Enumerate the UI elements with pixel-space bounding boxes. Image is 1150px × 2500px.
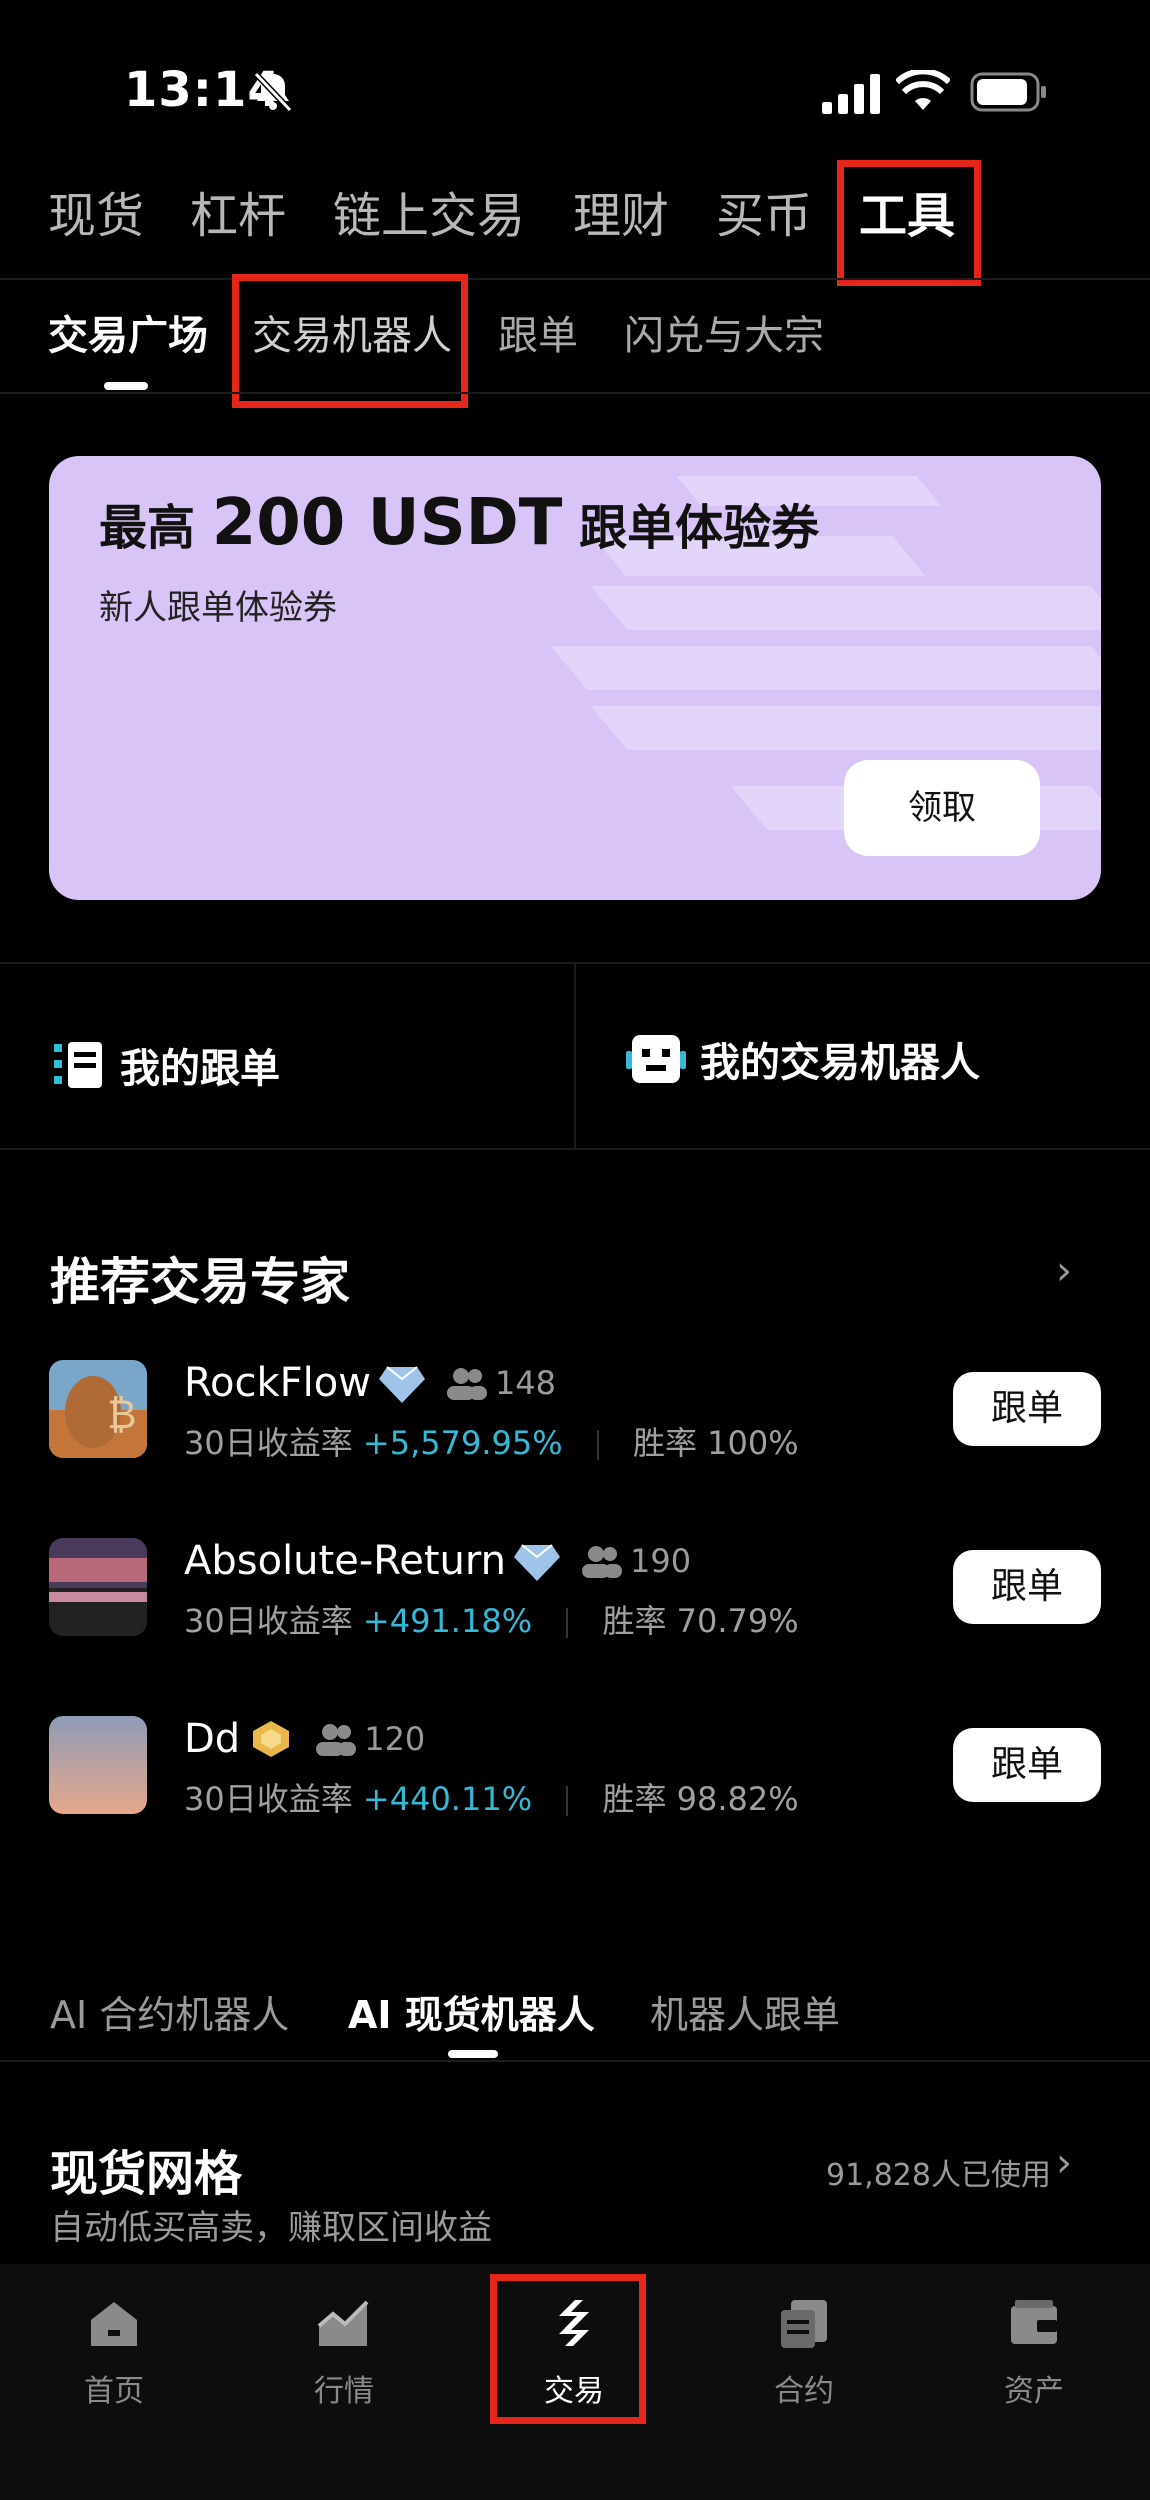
avatar[interactable]: [49, 1716, 147, 1814]
tab-buy-crypto[interactable]: 买币: [716, 186, 812, 246]
divider: [0, 2060, 1150, 2062]
follow-button[interactable]: 跟单: [953, 1372, 1101, 1446]
spot-grid-subtitle: 自动低买高卖，赚取区间收益: [50, 2208, 492, 2248]
divider: [574, 964, 576, 1148]
expert-name: Absolute-Return: [184, 1538, 506, 1584]
subtab-trading-plaza[interactable]: 交易广场: [48, 310, 208, 362]
cellular-signal-icon: [822, 74, 880, 114]
active-tab-indicator: [448, 2050, 498, 2058]
chevron-right-icon[interactable]: ›: [1056, 1248, 1072, 1294]
spot-grid-title[interactable]: 现货网格: [50, 2134, 242, 2204]
highlight-box-trading-bots: [232, 274, 468, 408]
market-icon: [317, 2300, 369, 2346]
nav-home[interactable]: 首页: [34, 2264, 194, 2410]
gold-badge-icon: [253, 1721, 290, 1757]
my-trading-bots-label: 我的交易机器人: [700, 1040, 980, 1086]
winrate-value: 100%: [707, 1424, 799, 1462]
my-trading-bots-link[interactable]: 我的交易机器人: [626, 1030, 980, 1088]
expert-row[interactable]: RockFlow 148: [184, 1360, 556, 1406]
followers-count: 148: [494, 1364, 557, 1402]
battery-icon: [970, 72, 1046, 112]
robot-icon: [626, 1035, 686, 1083]
followers-icon: [582, 1546, 622, 1578]
followers-icon: [446, 1368, 487, 1400]
active-tab-indicator: [104, 382, 148, 390]
banner-title: 最高 200 USDT 跟单体验券: [99, 486, 820, 560]
tab-bot-copy[interactable]: 机器人跟单: [650, 1984, 840, 2039]
list-icon: [54, 1042, 102, 1088]
expert-name: Dd: [184, 1716, 241, 1762]
highlight-box-tools: [837, 160, 981, 286]
nav-contract[interactable]: 合约: [724, 2264, 884, 2410]
expert-stats: 30日收益率 +5,579.95% 胜率 100%: [184, 1424, 799, 1462]
banner-amount: 200 USDT: [211, 486, 563, 560]
return-value: +5,579.95%: [362, 1424, 563, 1462]
wifi-icon: [896, 70, 950, 110]
followers-count: 120: [364, 1720, 426, 1758]
expert-stats: 30日收益率 +440.11% 胜率 98.82%: [184, 1780, 799, 1818]
winrate-value: 70.79%: [676, 1602, 799, 1640]
diamond-badge-icon: [378, 1366, 425, 1403]
bell-off-icon: [253, 71, 293, 113]
chevron-right-icon[interactable]: ›: [1056, 2140, 1072, 2186]
subtab-copy-trading[interactable]: 跟单: [498, 310, 578, 362]
avatar[interactable]: [49, 1538, 147, 1636]
tab-spot[interactable]: 现货: [48, 186, 144, 246]
return-value: +440.11%: [362, 1780, 533, 1818]
expert-row[interactable]: Dd 120: [184, 1716, 425, 1762]
divider: [0, 392, 1150, 394]
my-copy-trading-label: 我的跟单: [120, 1046, 280, 1092]
expert-row[interactable]: Absolute-Return 190: [184, 1538, 691, 1584]
followers-icon: [316, 1724, 357, 1756]
follow-button[interactable]: 跟单: [953, 1728, 1101, 1802]
followers-count: 190: [630, 1542, 692, 1580]
highlight-box-trade: [490, 2274, 646, 2424]
tab-ai-futures-bot[interactable]: AI 合约机器人: [50, 1984, 289, 2039]
winrate-value: 98.82%: [676, 1780, 799, 1818]
svg-text:₿: ₿: [107, 1392, 137, 1438]
spot-grid-users: 91,828人已使用: [826, 2158, 1051, 2193]
expert-stats: 30日收益率 +491.18% 胜率 70.79%: [184, 1602, 799, 1640]
nav-market[interactable]: 行情: [264, 2264, 424, 2410]
promo-banner[interactable]: 最高 200 USDT 跟单体验券 新人跟单体验券 领取: [49, 456, 1101, 900]
banner-subtitle: 新人跟单体验券: [99, 588, 337, 628]
return-value: +491.18%: [362, 1602, 533, 1640]
tab-margin[interactable]: 杠杆: [190, 186, 286, 246]
diamond-badge-icon: [514, 1544, 560, 1581]
divider: [0, 278, 1150, 280]
avatar[interactable]: ₿: [49, 1360, 147, 1458]
nav-assets[interactable]: 资产: [954, 2264, 1114, 2410]
expert-name: RockFlow: [184, 1360, 371, 1406]
divider: [0, 1148, 1150, 1150]
follow-button[interactable]: 跟单: [953, 1550, 1101, 1624]
claim-button[interactable]: 领取: [844, 760, 1040, 856]
contract-icon: [781, 2300, 827, 2348]
wallet-icon: [1011, 2300, 1057, 2344]
home-icon: [91, 2302, 137, 2346]
tab-onchain[interactable]: 链上交易: [333, 186, 525, 246]
subtab-convert-block[interactable]: 闪兑与大宗: [624, 310, 824, 362]
tab-earn[interactable]: 理财: [573, 186, 669, 246]
experts-title: 推荐交易专家: [50, 1253, 350, 1311]
tab-ai-spot-bot[interactable]: AI 现货机器人: [348, 1984, 595, 2039]
my-copy-trading-link[interactable]: 我的跟单: [54, 1036, 280, 1094]
